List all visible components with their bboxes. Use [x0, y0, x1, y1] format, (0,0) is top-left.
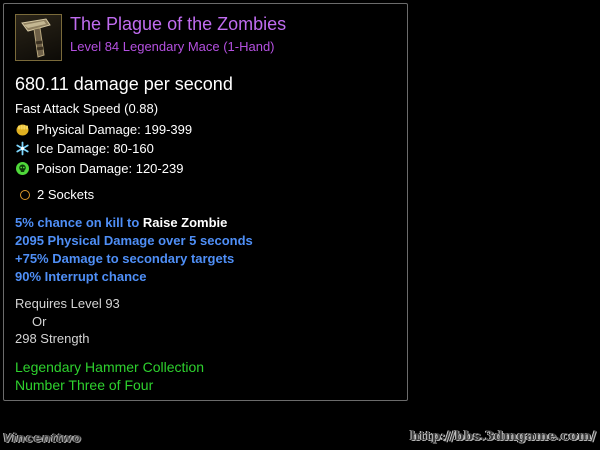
fist-icon [15, 122, 30, 137]
item-name: The Plague of the Zombies [70, 14, 287, 34]
poison-skull-icon [15, 161, 30, 176]
affix-raise-zombie-skill: Raise Zombie [142, 215, 228, 230]
requirement-strength: 298 Strength [15, 331, 90, 346]
author-watermark: Vincenttwo [3, 430, 82, 445]
affix-raise-zombie-text: 5% chance on kill to [15, 215, 143, 230]
ice-damage-line: Ice Damage: 80-160 [15, 141, 154, 156]
requirement-level: Requires Level 93 [15, 296, 120, 311]
attack-speed: Fast Attack Speed (0.88) [15, 101, 159, 116]
dps-text: 680.11 damage per second [15, 74, 233, 94]
affix-secondary-targets: +75% Damage to secondary targets [15, 251, 235, 266]
mace-icon [15, 14, 62, 61]
affix-raise-zombie: 5% chance on kill to Raise Zombie [15, 215, 227, 230]
affix-interrupt: 90% Interrupt chance [15, 269, 147, 284]
sockets-line: 2 Sockets [20, 187, 94, 202]
socket-icon [20, 189, 30, 200]
damage-per-second: 680.11 damage per second [15, 74, 233, 95]
affix-bleed: 2095 Physical Damage over 5 seconds [15, 233, 253, 248]
poison-damage-text: Poison Damage: 120-239 [36, 161, 184, 176]
snowflake-icon [15, 141, 30, 156]
requirement-or: Or [32, 314, 47, 329]
set-progress: Number Three of Four [15, 377, 154, 393]
screenshot: The Plague of the Zombies Level 84 Legen… [0, 0, 600, 450]
item-tooltip: The Plague of the Zombies Level 84 Legen… [3, 3, 408, 401]
sockets-text: 2 Sockets [37, 187, 95, 202]
physical-damage-text: Physical Damage: 199-399 [36, 122, 193, 137]
set-name: Legendary Hammer Collection [15, 359, 205, 375]
site-url-watermark: http://bbs.3dmgame.com/ [410, 429, 596, 444]
poison-damage-line: Poison Damage: 120-239 [15, 161, 183, 176]
physical-damage-line: Physical Damage: 199-399 [15, 122, 192, 137]
item-type-line: Level 84 Legendary Mace (1-Hand) [70, 39, 275, 54]
ice-damage-text: Ice Damage: 80-160 [36, 141, 154, 156]
